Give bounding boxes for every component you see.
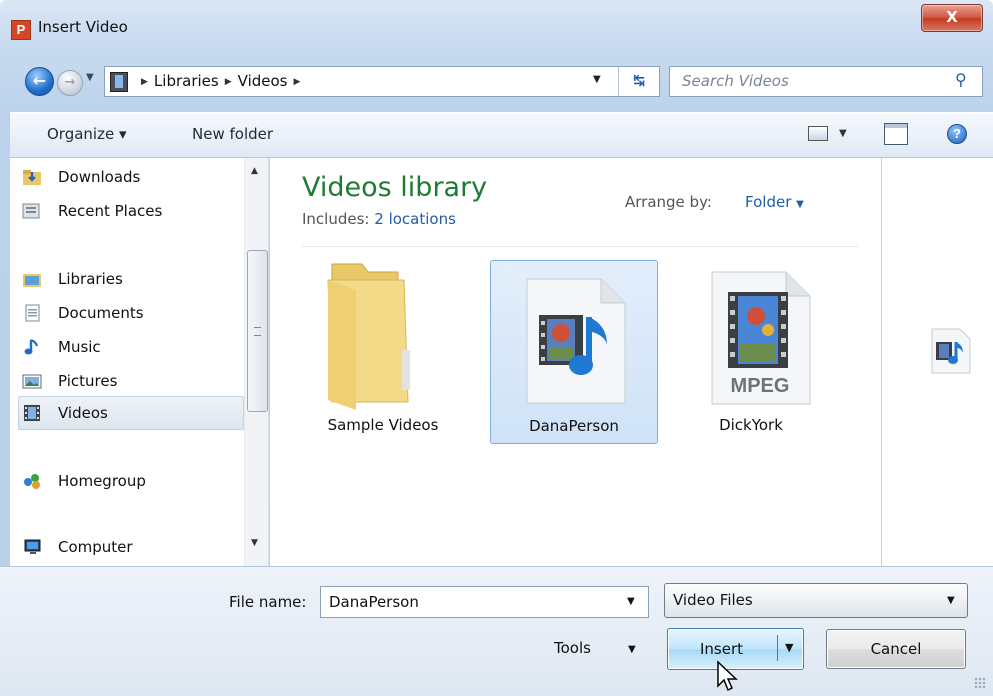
- file-type-value: Video Files: [673, 591, 753, 609]
- search-input[interactable]: [680, 71, 954, 91]
- file-item-dickyork[interactable]: MPEG DickYork: [668, 260, 834, 442]
- sidebar-item-label: Pictures: [58, 372, 118, 390]
- forward-arrow-icon: →: [64, 75, 76, 90]
- mpeg-file-icon: MPEG: [711, 271, 811, 405]
- resize-grip-icon[interactable]: [974, 677, 986, 689]
- sidebar-item-label: Downloads: [58, 168, 141, 186]
- mpeg-badge: MPEG: [731, 375, 790, 397]
- library-title: Videos library: [302, 172, 488, 203]
- chevron-down-icon[interactable]: ▼: [627, 596, 635, 607]
- file-name-label: DickYork: [719, 416, 783, 434]
- back-arrow-icon: ←: [32, 71, 47, 90]
- breadcrumb-arrow-icon[interactable]: ▶: [287, 77, 306, 87]
- refresh-icon: ↹: [633, 73, 645, 89]
- insert-dropdown-icon[interactable]: ▼: [785, 641, 793, 654]
- file-name-label: File name:: [229, 593, 307, 611]
- downloads-folder-icon: [23, 170, 41, 185]
- breadcrumb-libraries[interactable]: Libraries: [154, 72, 219, 90]
- navigation-pane: Downloads Recent Places Libraries Docume…: [10, 158, 269, 566]
- sidebar-item-label: Videos: [58, 404, 108, 422]
- search-icon[interactable]: ⚲: [955, 70, 967, 89]
- file-item-sample-videos[interactable]: Sample Videos: [300, 260, 466, 442]
- tools-button[interactable]: Tools: [554, 639, 591, 657]
- new-folder-button[interactable]: New folder: [192, 125, 273, 143]
- dialog-footer: File name: ▼ Video Files ▼ Tools ▼ Inser…: [0, 566, 993, 696]
- preview-pane-icon[interactable]: [884, 123, 908, 145]
- address-bar[interactable]: ▶ Libraries ▶ Videos ▶ ▼ ↹: [104, 66, 660, 97]
- file-name-label: Sample Videos: [327, 416, 439, 434]
- file-name-input[interactable]: [327, 592, 621, 612]
- arrange-by-label: Arrange by:: [625, 193, 712, 211]
- back-button[interactable]: ←: [25, 67, 54, 96]
- breadcrumb-videos[interactable]: Videos: [238, 72, 288, 90]
- scrollbar-thumb[interactable]: [247, 250, 268, 412]
- sidebar-item-label: Music: [58, 338, 101, 356]
- organize-button[interactable]: Organize ▾: [47, 125, 127, 143]
- close-button[interactable]: X: [921, 4, 983, 32]
- forward-button[interactable]: →: [57, 70, 83, 96]
- dialog-title: Insert Video: [38, 18, 128, 36]
- view-options-dropdown[interactable]: ▼: [839, 128, 847, 139]
- change-view-icon[interactable]: [808, 126, 828, 141]
- file-list: Videos library Includes: 2 locations Arr…: [270, 158, 881, 566]
- file-item-danaperson[interactable]: DanaPerson: [490, 260, 658, 444]
- pictures-icon: [22, 374, 42, 389]
- selected-highlight: [18, 396, 244, 430]
- navigation-bar: ← → ▼ ▶Libraries▶Videos▶ ▼ ↹ ⚲: [0, 58, 993, 104]
- address-dropdown[interactable]: ▼: [593, 74, 601, 85]
- library-includes: Includes: 2 locations: [302, 210, 456, 228]
- powerpoint-icon: P: [11, 20, 31, 40]
- file-name-combobox[interactable]: ▼: [320, 586, 649, 618]
- chevron-down-icon[interactable]: ▼: [628, 644, 636, 655]
- title-bar: P Insert Video X: [0, 0, 993, 48]
- scroll-down-icon[interactable]: ▼: [251, 538, 258, 548]
- sidebar-item-label: Recent Places: [58, 202, 163, 220]
- preview-file-icon: [931, 328, 971, 374]
- preview-pane: [882, 158, 993, 566]
- mouse-cursor-icon: [717, 660, 738, 692]
- search-box[interactable]: ⚲: [669, 66, 983, 97]
- videos-icon: [24, 405, 40, 421]
- insert-label: Insert: [700, 640, 744, 658]
- file-name-label: DanaPerson: [529, 417, 619, 435]
- recent-places-icon: [22, 203, 40, 219]
- sidebar-item-label: Computer: [58, 538, 133, 556]
- recent-pages-dropdown[interactable]: ▼: [86, 72, 94, 83]
- arrange-by-value: Folder: [745, 193, 792, 211]
- arrange-by-dropdown[interactable]: Folder ▼: [745, 193, 804, 211]
- breadcrumb-arrow-icon[interactable]: ▶: [219, 77, 238, 87]
- computer-icon: [24, 539, 41, 554]
- video-audio-file-icon: [526, 278, 626, 404]
- close-icon: X: [946, 8, 958, 26]
- sidebar-item-label: Libraries: [58, 270, 123, 288]
- chevron-down-icon: ▼: [947, 595, 955, 606]
- cancel-label: Cancel: [870, 640, 922, 658]
- homegroup-icon: [24, 474, 40, 489]
- sidebar-item-label: Homegroup: [58, 472, 146, 490]
- cancel-button[interactable]: Cancel: [826, 629, 966, 669]
- includes-locations-link[interactable]: 2 locations: [374, 210, 456, 228]
- navigation-scrollbar[interactable]: ▲ ▼: [244, 158, 268, 566]
- folder-icon: [327, 263, 410, 410]
- help-icon[interactable]: ?: [947, 124, 967, 144]
- sidebar-item-label: Documents: [58, 304, 144, 322]
- command-toolbar: Organize ▾ New folder ▼ ?: [10, 112, 993, 158]
- scroll-up-icon[interactable]: ▲: [251, 166, 258, 176]
- music-icon: [24, 338, 39, 355]
- header-divider: [302, 246, 858, 247]
- breadcrumb: ▶ Libraries ▶ Videos ▶: [135, 72, 306, 90]
- includes-label: Includes:: [302, 210, 370, 228]
- libraries-icon: [23, 274, 41, 287]
- insert-video-dialog: P Insert Video X ← → ▼ ▶ Libraries ▶ Videos…: [0, 0, 993, 696]
- refresh-button[interactable]: ↹: [618, 67, 659, 96]
- file-type-select[interactable]: Video Files ▼: [664, 583, 968, 618]
- chevron-down-icon: ▼: [796, 199, 804, 210]
- split-divider: [777, 635, 778, 661]
- breadcrumb-arrow-icon[interactable]: ▶: [135, 77, 154, 87]
- videos-library-icon: [110, 72, 128, 92]
- grip-icon: [254, 327, 261, 336]
- documents-icon: [25, 304, 40, 322]
